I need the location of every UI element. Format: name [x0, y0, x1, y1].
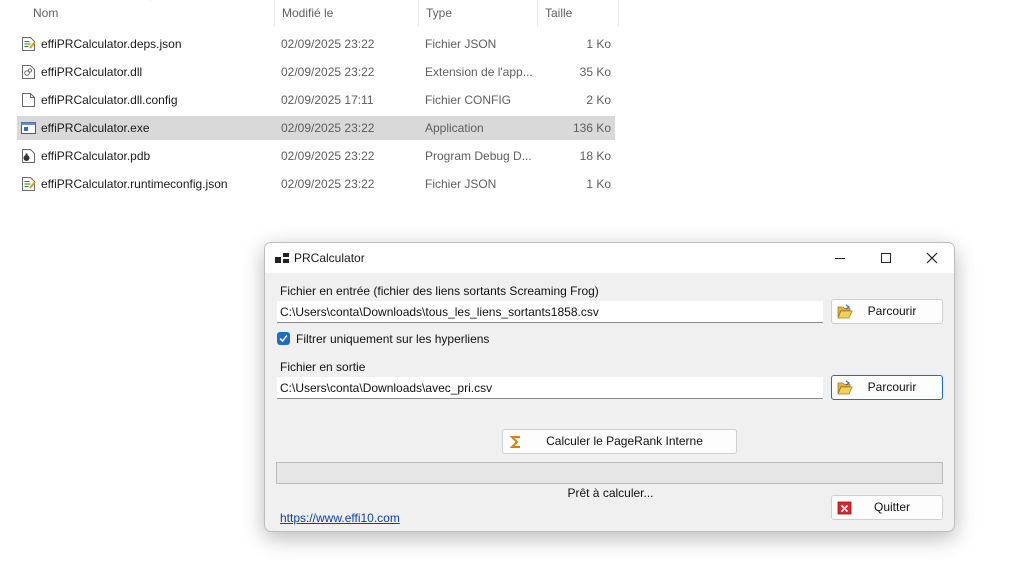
browse-output-button[interactable]: Parcourir [831, 375, 943, 400]
file-row-deps-json[interactable]: effiPRCalculator.deps.json 02/09/2025 23… [17, 32, 615, 56]
hyperlinks-only-checkbox[interactable] [277, 332, 290, 345]
file-size: 18 Ko [579, 149, 611, 163]
column-header-type[interactable]: Type [419, 0, 538, 26]
calculate-pagerank-button[interactable]: Calculer le PageRank Interne [502, 429, 737, 454]
pdb-file-icon [22, 149, 35, 163]
close-button[interactable] [909, 243, 954, 273]
file-type: Fichier JSON [425, 177, 497, 191]
json-file-icon [22, 177, 36, 191]
input-file-field[interactable]: C:\Users\conta\Downloads\tous_les_liens_… [277, 301, 823, 323]
file-size: 35 Ko [579, 65, 611, 79]
file-type: Extension de l'app... [425, 65, 533, 79]
file-row-pdb[interactable]: effiPRCalculator.pdb 02/09/2025 23:22 Pr… [17, 144, 615, 168]
column-header-size[interactable]: Taille [538, 0, 619, 26]
file-date: 02/09/2025 23:22 [281, 177, 375, 191]
file-name: effiPRCalculator.pdb [41, 149, 151, 163]
exe-file-icon [21, 122, 36, 134]
quit-label: Quitter [873, 500, 910, 514]
input-file-label: Fichier en entrée (fichier des liens sor… [280, 284, 599, 298]
file-size: 2 Ko [586, 93, 611, 107]
browse-input-button[interactable]: Parcourir [831, 299, 943, 324]
browse-output-label: Parcourir [867, 380, 917, 394]
file-name: effiPRCalculator.exe [41, 121, 150, 135]
file-date: 02/09/2025 17:11 [281, 93, 374, 107]
file-size: 1 Ko [586, 37, 611, 51]
file-date: 02/09/2025 23:22 [281, 121, 375, 135]
column-headers: Nom ⌃ Modifié le Type Taille [0, 0, 620, 26]
minimize-icon [835, 258, 845, 259]
file-date: 02/09/2025 23:22 [281, 65, 375, 79]
maximize-button[interactable] [863, 243, 909, 273]
file-type: Application [425, 121, 484, 135]
checkmark-icon [279, 335, 288, 343]
config-file-icon [22, 93, 35, 107]
file-name: effiPRCalculator.dll.config [41, 93, 178, 107]
column-header-date[interactable]: Modifié le [275, 0, 419, 26]
file-date: 02/09/2025 23:22 [281, 37, 375, 51]
browse-input-label: Parcourir [867, 304, 917, 318]
window-title: PRCalculator [294, 251, 365, 265]
maximize-icon [881, 253, 891, 263]
output-file-field[interactable]: C:\Users\conta\Downloads\avec_pri.csv [277, 377, 823, 399]
quit-button[interactable]: Quitter [831, 495, 943, 520]
prcalculator-dialog: PRCalculator Fichier en entrée (fichier … [264, 242, 955, 532]
title-bar[interactable]: PRCalculator [265, 243, 954, 273]
file-row-exe[interactable]: effiPRCalculator.exe 02/09/2025 23:22 Ap… [17, 116, 615, 140]
file-row-dll[interactable]: effiPRCalculator.dll 02/09/2025 23:22 Ex… [17, 60, 615, 84]
output-file-label: Fichier en sortie [280, 360, 366, 374]
file-size: 136 Ko [572, 121, 611, 135]
file-date: 02/09/2025 23:22 [281, 149, 375, 163]
file-name: effiPRCalculator.deps.json [41, 37, 182, 51]
file-size: 1 Ko [586, 177, 611, 191]
hyperlinks-only-label[interactable]: Filtrer uniquement sur les hyperliens [296, 332, 489, 346]
json-file-icon [22, 37, 36, 51]
file-type: Fichier CONFIG [425, 93, 512, 107]
dll-file-icon [22, 65, 35, 79]
file-name: effiPRCalculator.runtimeconfig.json [41, 177, 228, 191]
progress-bar [276, 462, 943, 484]
file-name: effiPRCalculator.dll [41, 65, 143, 79]
sort-chevron-up-icon: ⌃ [146, 0, 155, 8]
app-icon [275, 253, 289, 263]
close-icon [926, 252, 938, 264]
file-row-dll-config[interactable]: effiPRCalculator.dll.config 02/09/2025 1… [17, 88, 615, 112]
file-type: Program Debug D... [425, 149, 532, 163]
website-link[interactable]: https://www.effi10.com [280, 511, 400, 525]
file-type: Fichier JSON [425, 37, 497, 51]
minimize-button[interactable] [817, 243, 863, 273]
calculate-pagerank-label: Calculer le PageRank Interne [546, 434, 703, 448]
file-row-runtimeconfig-json[interactable]: effiPRCalculator.runtimeconfig.json 02/0… [17, 172, 615, 196]
